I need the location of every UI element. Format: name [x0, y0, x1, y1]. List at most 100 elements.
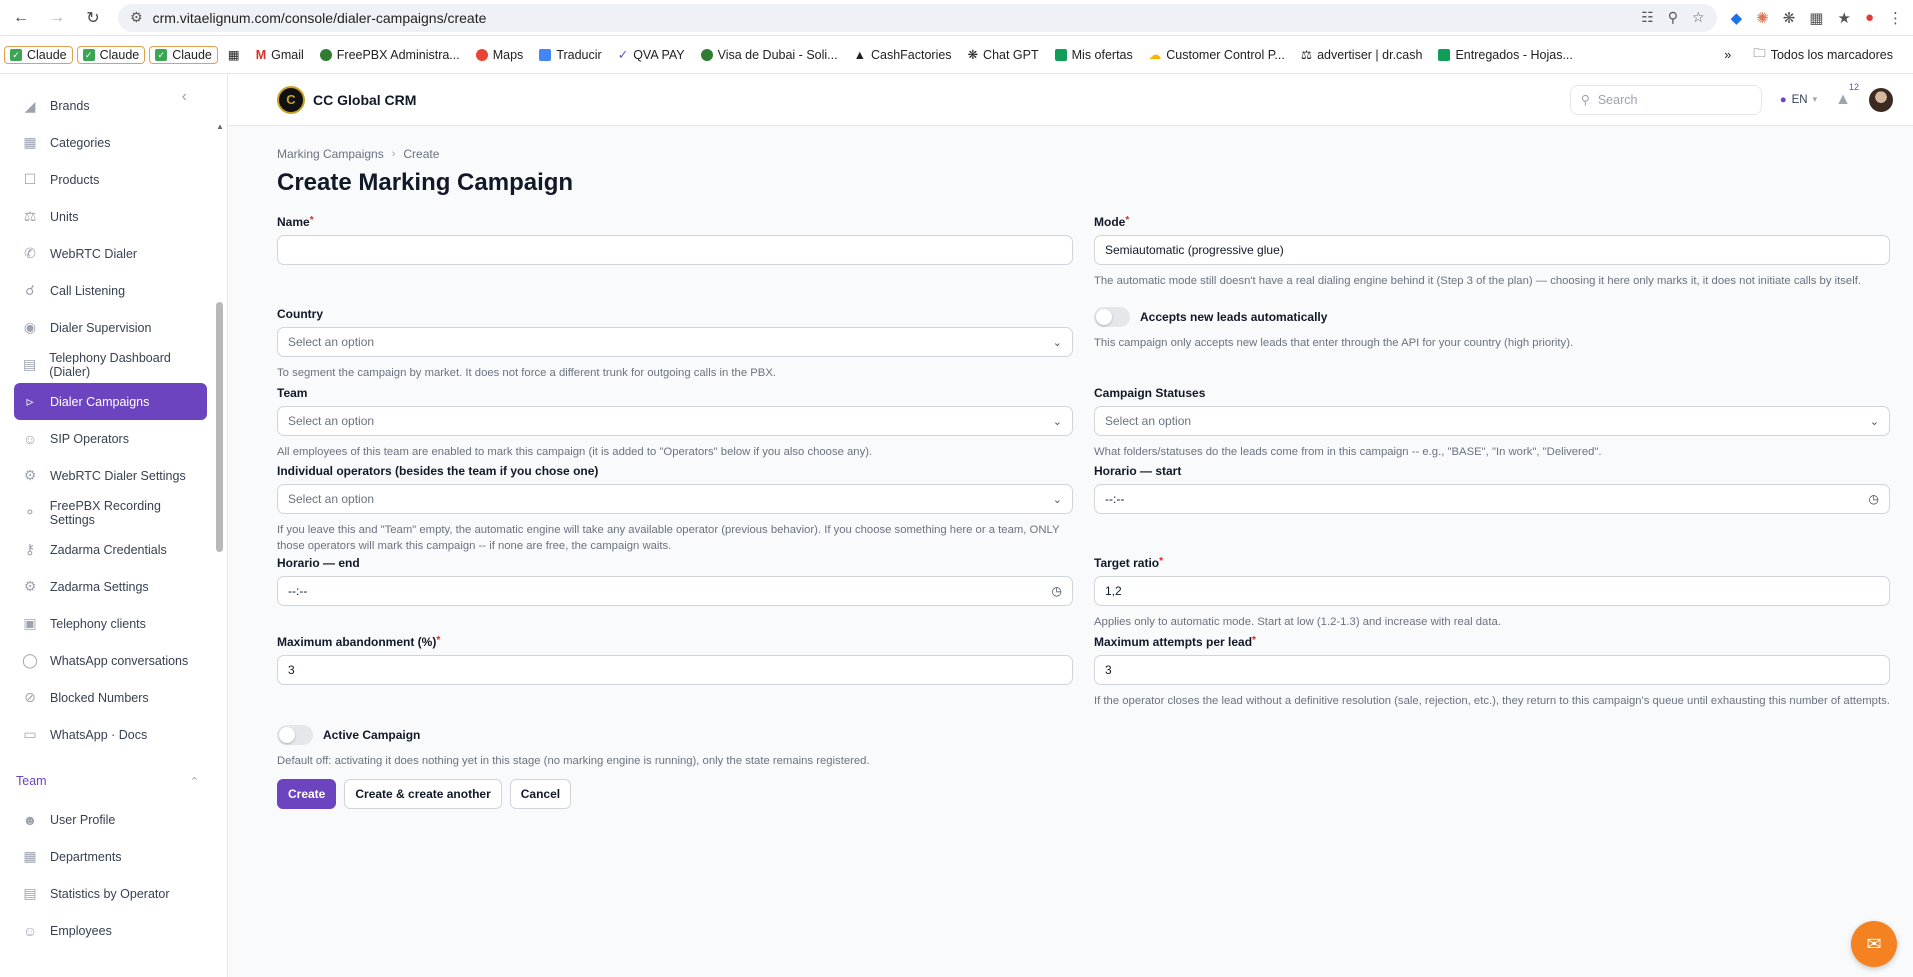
search-icon: ⚲: [1580, 93, 1590, 107]
sidebar-item-webrtc-settings[interactable]: ⚙ WebRTC Dialer Settings: [14, 457, 207, 494]
sidebar-item-units[interactable]: ⚖ Units: [14, 198, 207, 235]
reload-icon[interactable]: ↻: [82, 7, 104, 29]
top-bar: C CC Global CRM ⚲ Search ● EN ▾ ▲ 12: [228, 74, 1913, 126]
extensions-puzzle-icon[interactable]: ▦: [1809, 9, 1823, 27]
bookmark-visa[interactable]: Visa de Dubai - Soli...: [695, 45, 844, 65]
sidebar-item-categories[interactable]: ▦ Categories: [14, 124, 207, 161]
sidebar-item-employees[interactable]: ☺ Employees: [14, 912, 207, 949]
sidebar-item-whatsapp-docs[interactable]: ▭ WhatsApp · Docs: [14, 716, 207, 753]
breadcrumb-create: Create: [403, 147, 440, 161]
page-content: Marking Campaigns › Create Create Markin…: [277, 126, 1891, 809]
country-placeholder: Select an option: [288, 335, 375, 349]
more-bookmarks-icon[interactable]: »: [1724, 48, 1731, 62]
attempts-label: Maximum attempts per lead: [1094, 635, 1253, 649]
visa-icon: [700, 48, 713, 61]
bookmark-claude-1[interactable]: ✓ Claude: [4, 45, 73, 64]
sidebar-group-team[interactable]: Team ⌃: [14, 761, 207, 801]
active-campaign-toggle[interactable]: [277, 725, 313, 745]
start-time-input[interactable]: --:-- ◷: [1094, 484, 1890, 514]
sidebar-item-zadarma-settings[interactable]: ⚙ Zadarma Settings: [14, 568, 207, 605]
sidebar-item-telephony-clients[interactable]: ▣ Telephony clients: [14, 605, 207, 642]
abandon-input[interactable]: 3: [277, 655, 1073, 685]
profile-icon[interactable]: ●: [1865, 9, 1874, 26]
clock-icon[interactable]: ◷: [1052, 584, 1062, 598]
eye-icon: ◉: [23, 319, 37, 335]
bookmark-gmail[interactable]: M Gmail: [250, 45, 310, 65]
bookmark-star-icon[interactable]: ★: [1837, 9, 1850, 27]
sidebar-item-user-profile[interactable]: ☻ User Profile: [14, 801, 207, 838]
chat-support-button[interactable]: ✉: [1851, 921, 1897, 967]
operators-select[interactable]: Select an option ⌄: [277, 484, 1073, 514]
cancel-button[interactable]: Cancel: [509, 779, 572, 809]
bookmark-chatgpt[interactable]: ❋ Chat GPT: [962, 44, 1045, 65]
bookmark-ofertas[interactable]: Mis ofertas: [1049, 45, 1139, 65]
operators-label: Individual operators (besides the team i…: [277, 464, 599, 478]
sidebar-item-statistics[interactable]: ▤ Statistics by Operator: [14, 875, 207, 912]
check-icon: ✓: [10, 48, 22, 61]
address-bar[interactable]: ⚙ crm.vitaelignum.com/console/dialer-cam…: [118, 3, 1717, 32]
sidebar-item-telephony-dashboard[interactable]: ▤ Telephony Dashboard (Dialer): [14, 346, 207, 383]
star-icon[interactable]: ☆: [1692, 9, 1705, 26]
sidebar-item-webrtc-dialer[interactable]: ✆ WebRTC Dialer: [14, 235, 207, 272]
bookmark-drcash[interactable]: ⚖ advertiser | dr.cash: [1295, 44, 1429, 65]
brand-logo-icon[interactable]: C: [277, 85, 305, 114]
bookmark-customer[interactable]: ☁ Customer Control P...: [1143, 44, 1291, 65]
team-select[interactable]: Select an option ⌄: [277, 406, 1073, 436]
scrollbar-thumb[interactable]: [216, 302, 223, 552]
flask-icon: ⚖: [1300, 48, 1313, 62]
mode-input[interactable]: Semiautomatic (progressive glue): [1094, 235, 1890, 265]
sidebar-scrollbar[interactable]: ▲: [216, 122, 224, 962]
bookmark-cashfactories[interactable]: ▲ CashFactories: [848, 45, 958, 65]
sidebar-item-brands[interactable]: ◢ Brands: [14, 96, 207, 116]
bookmark-qva[interactable]: ✓ QVA PAY: [612, 44, 691, 65]
country-select[interactable]: Select an option ⌄: [277, 327, 1073, 357]
attempts-input[interactable]: 3: [1094, 655, 1890, 685]
back-icon[interactable]: ←: [10, 7, 32, 29]
clock-icon[interactable]: ◷: [1869, 492, 1879, 506]
language-switcher[interactable]: ● EN ▾: [1780, 94, 1817, 106]
user-avatar[interactable]: [1869, 87, 1893, 112]
statuses-select[interactable]: Select an option ⌄: [1094, 406, 1890, 436]
sidebar-item-zadarma-credentials[interactable]: ⚷ Zadarma Credentials: [14, 531, 207, 568]
create-button[interactable]: Create: [277, 779, 337, 809]
translate-icon[interactable]: ☷: [1641, 9, 1654, 26]
sidebar-item-products[interactable]: ☐ Products: [14, 161, 207, 198]
ratio-input[interactable]: 1,2: [1094, 576, 1890, 606]
notifications-bell-icon[interactable]: ▲ 12: [1835, 82, 1859, 109]
bookmark-claude-3[interactable]: ✓ Claude: [149, 45, 218, 64]
breadcrumb-marking-campaigns[interactable]: Marking Campaigns: [277, 147, 384, 161]
all-bookmarks[interactable]: 🗀 Todos los marcadores: [1747, 41, 1899, 68]
sidebar-item-dialer-campaigns[interactable]: ▹ Dialer Campaigns: [14, 383, 207, 420]
extension-tag-icon[interactable]: ◆: [1731, 9, 1743, 27]
site-settings-icon[interactable]: ⚙: [130, 9, 143, 26]
bookmark-claude-2[interactable]: ✓ Claude: [76, 45, 146, 64]
zoom-icon[interactable]: ⚲: [1668, 9, 1678, 26]
sidebar-item-call-listening[interactable]: ☌ Call Listening: [14, 272, 207, 309]
extension-claude-icon[interactable]: ✺: [1756, 9, 1769, 27]
extension-gpt-icon[interactable]: ❋: [1783, 9, 1796, 27]
bookmark-freepbx[interactable]: FreePBX Administra...: [314, 45, 466, 65]
ratio-help: Applies only to automatic mode. Start at…: [1094, 616, 1501, 628]
end-time-input[interactable]: --:-- ◷: [277, 576, 1073, 606]
name-input[interactable]: [277, 235, 1073, 265]
bar-chart-icon: ▤: [23, 885, 37, 901]
sidebar-item-freepbx-recording[interactable]: ⚬ FreePBX Recording Settings: [14, 494, 207, 531]
menu-icon[interactable]: ⋮: [1888, 9, 1903, 27]
accepts-leads-toggle[interactable]: [1094, 307, 1130, 327]
sidebar-item-dialer-supervision[interactable]: ◉ Dialer Supervision: [14, 309, 207, 346]
globe-icon: ●: [1779, 93, 1787, 106]
sidebar-item-whatsapp-conversations[interactable]: ◯ WhatsApp conversations: [14, 642, 207, 679]
sidebar-item-sip-operators[interactable]: ☺ SIP Operators: [14, 420, 207, 457]
headphones-icon: ☌: [25, 282, 35, 298]
sidebar-item-departments[interactable]: ▦ Departments: [14, 838, 207, 875]
sidebar-item-blocked-numbers[interactable]: ⊘ Blocked Numbers: [14, 679, 207, 716]
scroll-up-icon[interactable]: ▲: [216, 122, 224, 131]
search-input[interactable]: ⚲ Search: [1569, 84, 1762, 115]
create-another-button[interactable]: Create & create another: [344, 779, 502, 809]
bookmark-maps[interactable]: Maps: [470, 45, 530, 65]
chevron-up-icon: ⌃: [189, 775, 199, 788]
bookmark-traducir[interactable]: Traducir: [533, 45, 607, 65]
forward-icon[interactable]: →: [46, 7, 68, 29]
bookmark-sheets[interactable]: Entregados - Hojas...: [1432, 45, 1578, 65]
bookmark-apps[interactable]: ▦: [222, 44, 246, 65]
